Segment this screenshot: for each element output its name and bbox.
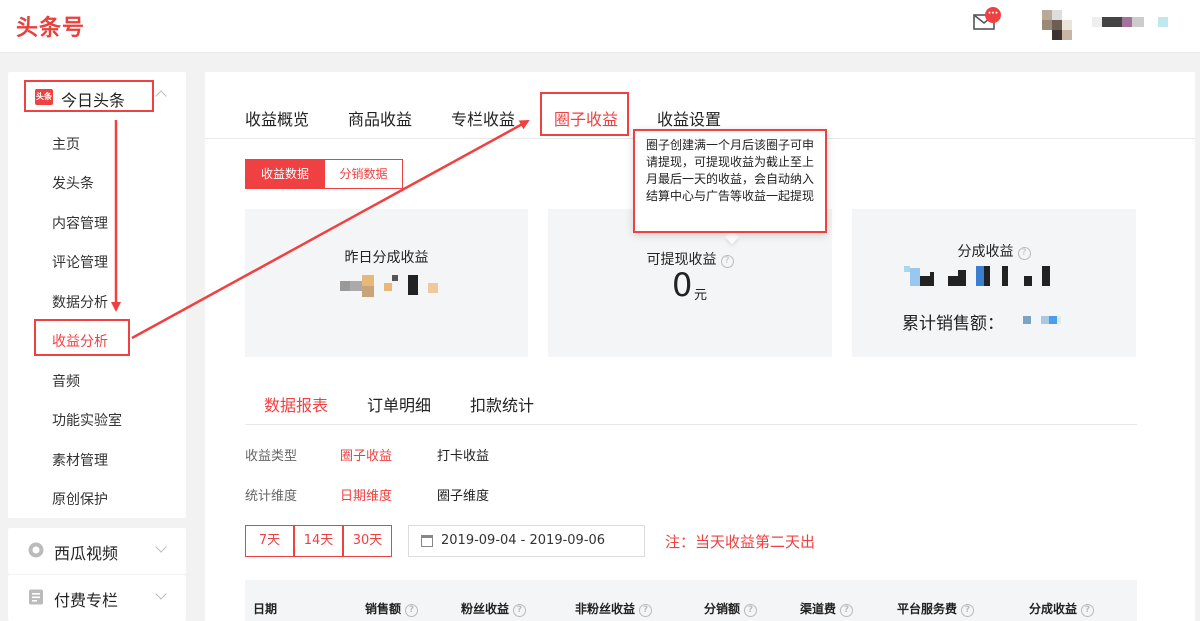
sidebar-section-xigua[interactable]: 西瓜视频 <box>8 528 186 574</box>
chevron-down-icon <box>155 588 167 600</box>
help-icon[interactable]: ? <box>1081 604 1095 617</box>
stat-card-yesterday-share: 昨日分成收益 <box>245 209 528 357</box>
withdrawable-value: 0 <box>672 266 693 304</box>
filter-label-dimension: 统计维度 <box>245 489 298 504</box>
filter-option-circle-revenue[interactable]: 圈子收益 <box>340 445 392 464</box>
sidebar-item-comments[interactable]: 评论管理 <box>52 252 108 272</box>
help-icon[interactable]: ? <box>1017 247 1031 260</box>
toutiaohao-logo[interactable]: 头条号 <box>16 10 85 42</box>
document-icon <box>28 589 44 605</box>
blurred-value <box>1023 316 1061 324</box>
avatar[interactable] <box>1042 10 1072 40</box>
sidebar-item-lab[interactable]: 功能实验室 <box>52 410 122 430</box>
date-range-input[interactable]: 2019-09-04 - 2019-09-06 <box>408 525 645 557</box>
revenue-delay-note: 注：当天收益第二天出 <box>665 533 816 551</box>
sidebar-section-toutiao[interactable]: 头条 今日头条 <box>24 80 154 112</box>
range-14-days[interactable]: 14天 <box>294 525 343 557</box>
filter-option-date-dimension[interactable]: 日期维度 <box>340 485 392 504</box>
filter-label-revenue-type: 收益类型 <box>245 449 298 464</box>
subtabs-divider <box>245 424 1137 425</box>
sidebar-item-post[interactable]: 发头条 <box>52 173 94 193</box>
column-header-share-revenue[interactable]: 分成收益? <box>1029 600 1095 617</box>
stat-title: 昨日分成收益 <box>344 250 429 266</box>
help-icon[interactable]: ? <box>405 604 419 617</box>
username-blurred[interactable] <box>1092 17 1182 27</box>
cumulative-sales-label: 累计销售额： <box>902 314 1004 334</box>
tab-column-revenue[interactable]: 专栏收益 <box>451 106 515 130</box>
toutiao-icon: 头条 <box>35 89 53 105</box>
withdrawable-unit: 元 <box>694 288 708 303</box>
tab-circle-revenue[interactable]: 圈子收益 <box>554 106 618 130</box>
sidebar-section-label: 付费专栏 <box>54 591 119 610</box>
top-bar: 头条号 ··· <box>0 0 1200 53</box>
blurred-value <box>904 266 1050 286</box>
filter-option-circle-dimension[interactable]: 圈子维度 <box>437 485 489 504</box>
chevron-up-icon[interactable] <box>155 90 167 102</box>
sidebar-item-materials[interactable]: 素材管理 <box>52 450 108 470</box>
subtab-deduction-stats[interactable]: 扣款统计 <box>470 392 534 416</box>
filter-option-checkin-revenue[interactable]: 打卡收益 <box>437 445 489 464</box>
chevron-down-icon <box>155 541 167 553</box>
stat-card-share-revenue: 分成收益? 累计销售额： <box>852 209 1136 357</box>
subtab-order-detail[interactable]: 订单明细 <box>367 392 431 416</box>
sidebar-item-original[interactable]: 原创保护 <box>52 489 108 509</box>
main-panel: 收益概览 商品收益 专栏收益 圈子收益 收益设置 收益数据 分销数据 昨日分成收… <box>205 72 1195 621</box>
column-header-date[interactable]: 日期 <box>253 600 277 617</box>
notification-badge: ··· <box>985 7 1001 23</box>
column-header-channel-fee[interactable]: 渠道费? <box>800 600 854 617</box>
column-header-platform-fee[interactable]: 平台服务费? <box>897 600 975 617</box>
sidebar-item-data-analysis[interactable]: 数据分析 <box>52 292 108 312</box>
help-icon[interactable]: ? <box>639 604 653 617</box>
stat-title: 分成收益? <box>852 241 1136 261</box>
sidebar-item-revenue[interactable]: 收益分析 <box>52 331 108 351</box>
tab-revenue-settings[interactable]: 收益设置 <box>657 106 721 130</box>
withdraw-tooltip: 圈子创建满一个月后该圈子可申请提现，可提现收益为截止至上月最后一天的收益，会自动… <box>633 129 827 233</box>
sidebar-section-label: 西瓜视频 <box>54 544 119 563</box>
sidebar-section-paid-column[interactable]: 付费专栏 <box>8 575 186 621</box>
segment-revenue-data[interactable]: 收益数据 <box>245 159 325 189</box>
sidebar: 头条 今日头条 主页 发头条 内容管理 评论管理 数据分析 收益分析 音频 功能… <box>8 72 186 518</box>
date-range-value: 2019-09-04 - 2019-09-06 <box>441 533 606 548</box>
sidebar-item-home[interactable]: 主页 <box>52 134 80 154</box>
play-icon <box>28 542 44 558</box>
tab-product-revenue[interactable]: 商品收益 <box>348 106 412 130</box>
column-header-sales[interactable]: 销售额? <box>365 600 419 617</box>
help-icon[interactable]: ? <box>840 604 854 617</box>
segment-distribution-data[interactable]: 分销数据 <box>324 159 403 189</box>
table-header: 日期 销售额? 粉丝收益? 非粉丝收益? 分销额? 渠道费? 平台服务费? 分成… <box>245 580 1137 621</box>
tab-revenue-overview[interactable]: 收益概览 <box>245 106 309 130</box>
subtab-data-report[interactable]: 数据报表 <box>264 392 328 416</box>
help-icon[interactable]: ? <box>720 255 734 268</box>
help-icon[interactable]: ? <box>961 604 975 617</box>
column-header-non-fan-revenue[interactable]: 非粉丝收益? <box>575 600 653 617</box>
column-header-fan-revenue[interactable]: 粉丝收益? <box>461 600 527 617</box>
sidebar-item-content[interactable]: 内容管理 <box>52 213 108 233</box>
blurred-value <box>340 275 438 297</box>
sidebar-item-audio[interactable]: 音频 <box>52 371 80 391</box>
range-7-days[interactable]: 7天 <box>245 525 294 557</box>
help-icon[interactable]: ? <box>744 604 758 617</box>
sidebar-section-label: 今日头条 <box>61 91 126 110</box>
calendar-icon <box>421 535 433 547</box>
range-30-days[interactable]: 30天 <box>343 525 392 557</box>
help-icon[interactable]: ? <box>513 604 527 617</box>
column-header-distribution[interactable]: 分销额? <box>704 600 758 617</box>
